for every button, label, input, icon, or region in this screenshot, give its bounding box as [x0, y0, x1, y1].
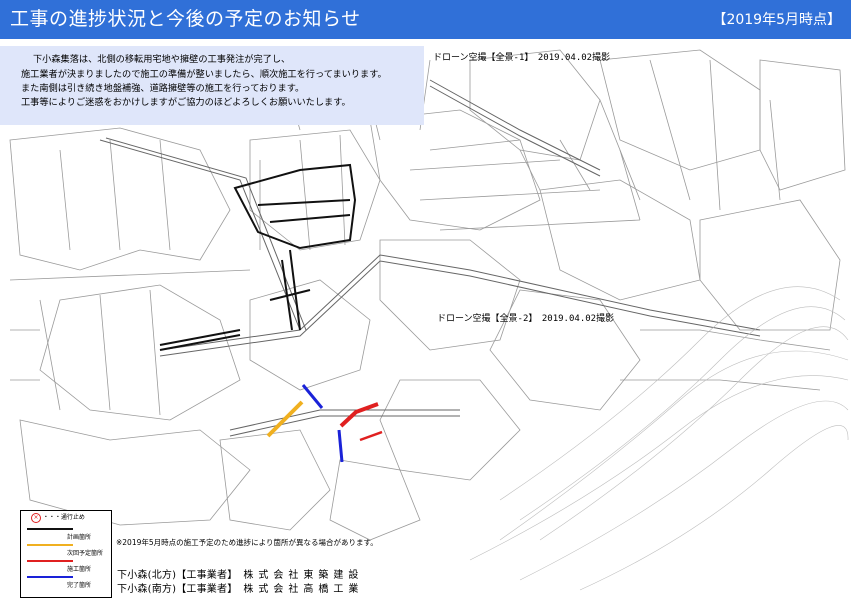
legend-label: 施工箇所 — [67, 566, 92, 573]
contractor-area: 下小森(南方)【工事業者】 — [117, 584, 238, 595]
footnote: ※2019年5月時点の施工予定のため進捗により箇所が異なる場合があります。 — [116, 538, 378, 547]
legend-next-scheduled: 次回予定箇所 — [27, 541, 109, 557]
notice-line: 工事等によりご迷惑をおかけしますがご協力のほどよろしくお願いいたします。 — [21, 97, 351, 108]
drone-photo-caption: ドローン空撮【全景-2】 2019.04.02撮影 — [437, 314, 615, 324]
legend-swatch — [27, 528, 73, 530]
contractor-firm: 株式会社東築建設 — [243, 570, 364, 581]
notice-line: 施工業者が決まりましたので施工の準備が整いましたら、順次施工を行ってまいります。 — [21, 69, 387, 80]
legend-label: 計画箇所 — [67, 534, 92, 541]
notice-line: また南側は引き続き地盤補強、道路擁壁等の施工を行っております。 — [21, 83, 305, 94]
legend-planned: 計画箇所 — [27, 525, 109, 541]
drone-photo-caption: ドローン空撮【全景-1】 2019.04.02撮影 — [433, 53, 611, 63]
contractor-firm: 株式会社高橋工業 — [243, 584, 364, 595]
legend-swatch — [27, 576, 73, 578]
legend-label: 完了箇所 — [67, 582, 92, 589]
contractor-south: 下小森(南方)【工事業者】 株式会社高橋工業 — [117, 580, 363, 595]
legend-swatch — [27, 544, 73, 546]
legend-road-closed: × ・・・通行止め — [31, 512, 85, 523]
road-closed-icon: × — [31, 512, 41, 523]
legend-completed: 完了箇所 — [27, 573, 109, 589]
notice-line: 下小森集落は、北側の移転用宅地や擁壁の工事発注が完了し、 — [33, 54, 291, 65]
map-legend: × ・・・通行止め 計画箇所 次回予定箇所 施工箇所 完了箇所 — [20, 510, 112, 598]
legend-swatch — [27, 560, 73, 562]
contractor-area: 下小森(北方)【工事業者】 — [117, 570, 238, 581]
legend-label: 次回予定箇所 — [67, 550, 104, 557]
notice-box: 下小森集落は、北側の移転用宅地や擁壁の工事発注が完了し、 施工業者が決まりました… — [0, 46, 424, 125]
legend-label: ・・・通行止め — [42, 514, 85, 521]
legend-under-construction: 施工箇所 — [27, 557, 109, 573]
contractor-north: 下小森(北方)【工事業者】 株式会社東築建設 — [117, 566, 363, 581]
